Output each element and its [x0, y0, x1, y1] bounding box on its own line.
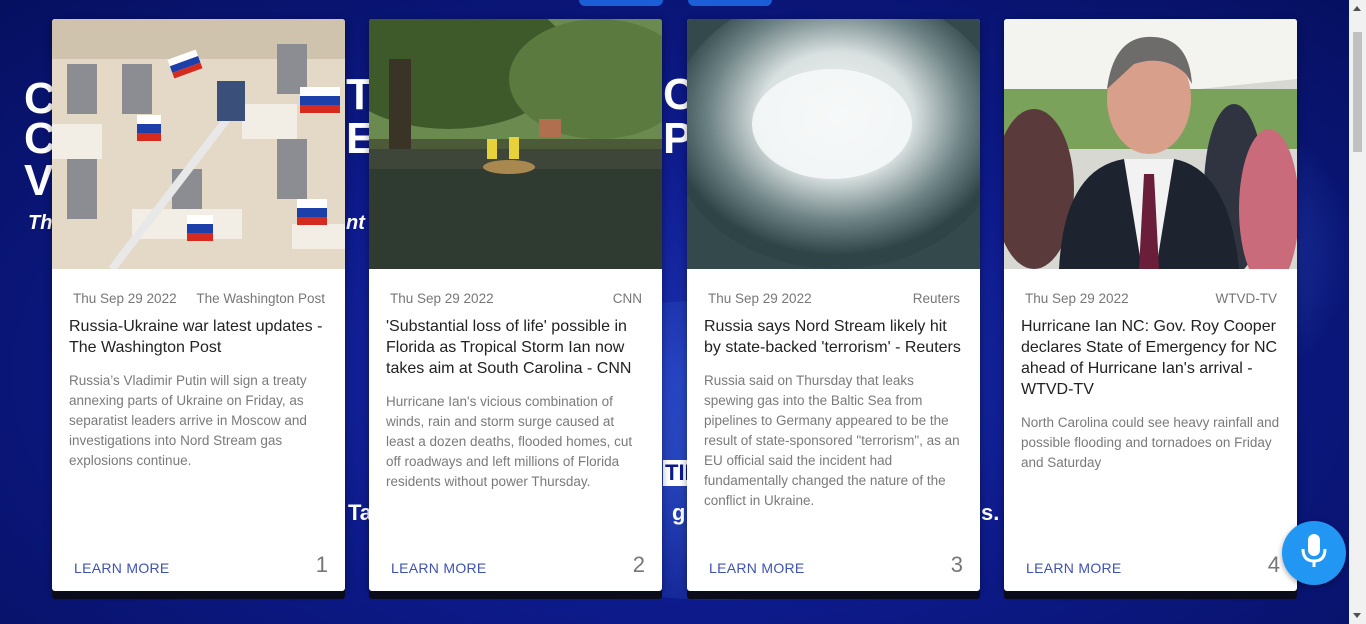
card-description: Russia’s Vladimir Putin will sign a trea… — [69, 373, 307, 468]
top-button-left[interactable] — [579, 0, 663, 6]
card-source: WTVD-TV — [1215, 291, 1278, 306]
card-number: 4 — [1267, 552, 1280, 577]
card-description: North Carolina could see heavy rainfall … — [1021, 415, 1280, 470]
page-scrollbar[interactable] — [1349, 0, 1366, 624]
card-title: 'Substantial loss of life' possible in F… — [386, 318, 632, 377]
background-heading-letter: V — [24, 156, 54, 205]
news-card: Thu Sep 29 2022 Reuters Russia says Nord… — [687, 19, 980, 591]
background-tagline: nt — [346, 212, 365, 234]
news-card: Thu Sep 29 2022 The Washington Post Russ… — [52, 19, 345, 591]
card-description: Hurricane Ian's vicious combination of w… — [386, 394, 633, 489]
news-image[interactable] — [1004, 19, 1297, 269]
microphone-button[interactable] — [1282, 521, 1346, 585]
card-description: Russia said on Thursday that leaks spewi… — [704, 373, 960, 508]
learn-more-button[interactable]: LEARN MORE — [391, 560, 487, 576]
card-source: Reuters — [912, 291, 960, 306]
card-title: Russia-Ukraine war latest updates - The … — [69, 318, 323, 356]
news-image[interactable] — [687, 19, 980, 269]
scroll-up-arrow-icon[interactable] — [1353, 6, 1361, 11]
card-title: Hurricane Ian NC: Gov. Roy Cooper declar… — [1021, 318, 1278, 398]
card-date: Thu Sep 29 2022 — [390, 291, 494, 306]
learn-more-button[interactable]: LEARN MORE — [74, 560, 170, 576]
news-image[interactable] — [52, 19, 345, 269]
learn-more-button[interactable]: LEARN MORE — [709, 560, 805, 576]
card-date: Thu Sep 29 2022 — [1025, 291, 1129, 306]
background-bottom-text: g — [672, 500, 686, 525]
background-bottom-text: s. — [981, 500, 1000, 525]
learn-more-button[interactable]: LEARN MORE — [1026, 560, 1122, 576]
card-title: Russia says Nord Stream likely hit by st… — [704, 318, 961, 356]
card-date: Thu Sep 29 2022 — [73, 291, 177, 306]
microphone-icon — [1300, 533, 1328, 574]
card-number: 1 — [315, 552, 328, 577]
card-number: 2 — [632, 552, 645, 577]
scroll-thumb[interactable] — [1353, 32, 1362, 152]
top-button-right[interactable] — [688, 0, 772, 6]
background-tagline: Th — [28, 212, 53, 234]
card-source: CNN — [612, 291, 642, 306]
scroll-down-arrow-icon[interactable] — [1353, 613, 1361, 618]
news-image[interactable] — [369, 19, 662, 269]
background-heading-letter: C — [24, 114, 56, 163]
news-card: Thu Sep 29 2022 CNN 'Substantial loss of… — [369, 19, 662, 591]
card-date: Thu Sep 29 2022 — [708, 291, 812, 306]
card-number: 3 — [950, 552, 963, 577]
news-card: Thu Sep 29 2022 WTVD-TV Hurricane Ian NC… — [1004, 19, 1297, 591]
card-source: The Washington Post — [196, 291, 325, 306]
